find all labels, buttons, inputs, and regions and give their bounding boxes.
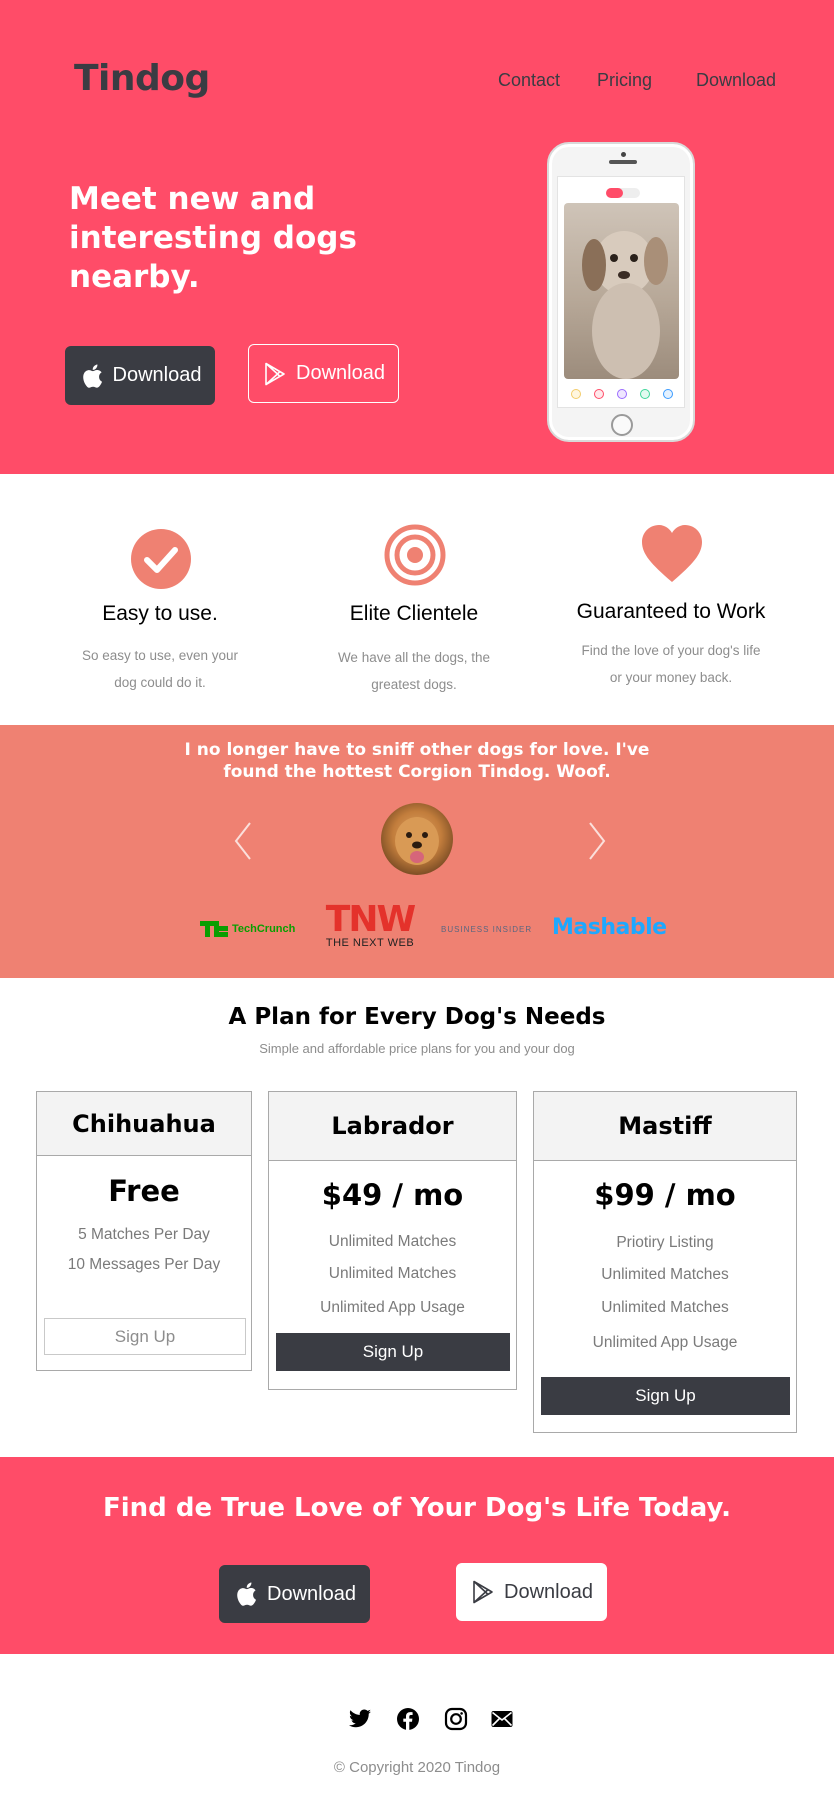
phone-home-button [611,414,633,436]
techcrunch-logo-text: TechCrunch [232,923,296,935]
cta-apple-download-button[interactable]: Download [219,1565,370,1623]
plan-name: Chihuahua [37,1092,251,1156]
heart-icon [641,524,703,586]
feature-text: So easy to use, even your dog could do i… [81,648,239,690]
google-play-icon [470,1579,496,1605]
mastiff-sign-up-button[interactable]: Sign Up [541,1377,790,1415]
labrador-sign-up-button[interactable]: Sign Up [276,1333,510,1371]
testimonial-quote: I no longer have to sniff other dogs for… [184,740,650,782]
copyright-text: © Copyright 2020 Tindog [333,1759,501,1776]
pricing-subtitle: Simple and affordable price plans for yo… [259,1041,575,1056]
cta-google-download-label: Download [504,1580,593,1603]
apple-icon [79,363,105,389]
tnw-logo-mark: TNW [325,899,416,940]
plan-feature: Priotiry Listing [616,1234,714,1251]
plan-name: Mastiff [534,1092,796,1161]
pricing-card-chihuahua: Chihuahua Free 5 Matches Per Day 10 Mess… [36,1091,252,1371]
testimonial-section: I no longer have to sniff other dogs for… [0,725,834,978]
plan-feature: 10 Messages Per Day [67,1256,221,1273]
cta-title: Find de True Love of Your Dog's Life Tod… [103,1493,731,1523]
phone-status-bar [562,179,682,185]
press-logos: TechCrunch TNW THE NEXT WEB BUSINESS INS… [0,902,834,953]
dog-photo [564,203,679,379]
plan-price: $49 / mo [321,1178,464,1212]
instagram-icon[interactable] [444,1707,468,1731]
facebook-icon[interactable] [396,1707,420,1731]
hero-google-download-button[interactable]: Download [248,344,399,403]
nav-link-download[interactable]: Download [696,70,776,91]
plan-feature: Unlimited App Usage [592,1334,738,1351]
plan-feature: 5 Matches Per Day [78,1226,210,1243]
cta-google-download-button[interactable]: Download [456,1563,607,1621]
feature-title: Elite Clientele [349,602,479,625]
feature-text: Find the love of your dog's life or your… [581,643,761,685]
carousel-prev-button[interactable] [232,821,256,861]
twitter-icon[interactable] [348,1707,372,1731]
features-section: Easy to use. So easy to use, even your d… [0,474,834,725]
brand-logo[interactable]: Tindog [74,58,210,99]
hero-section: Tindog Contact Pricing Download Meet new… [0,0,834,474]
plan-feature: Unlimited Matches [328,1233,457,1250]
tnw-logo-text: THE NEXT WEB [325,937,415,949]
tnw-logo: TNW THE NEXT WEB [320,899,420,950]
pricing-card-mastiff: Mastiff $99 / mo Priotiry Listing Unlimi… [533,1091,797,1433]
cta-section: Find de True Love of Your Dog's Life Tod… [0,1457,834,1654]
envelope-icon[interactable] [490,1707,514,1731]
hero-google-download-label: Download [296,362,385,384]
plan-feature: Unlimited Matches [601,1299,729,1316]
plan-feature: Unlimited Matches [328,1265,457,1282]
plan-price: $99 / mo [594,1178,736,1212]
nav-link-contact[interactable]: Contact [498,70,560,91]
feature-text: We have all the dogs, the greatest dogs. [337,650,491,692]
phone-toggle [606,188,640,198]
mashable-logo: Mashable [552,915,667,940]
plan-feature: Unlimited App Usage [320,1299,465,1316]
phone-screen [557,176,685,408]
techcrunch-logo: TechCrunch [200,921,295,937]
carousel-next-button[interactable] [584,821,608,861]
plan-name: Labrador [269,1092,516,1161]
plan-price: Free [108,1174,180,1208]
check-circle-icon [130,528,192,590]
pricing-title: A Plan for Every Dog's Needs [228,1004,606,1030]
apple-icon [233,1581,259,1607]
plan-feature: Unlimited Matches [601,1266,729,1283]
business-insider-logo: BUSINESS INSIDER [441,925,533,934]
footer: © Copyright 2020 Tindog [0,1654,834,1799]
chihuahua-sign-up-button[interactable]: Sign Up [44,1318,246,1355]
bullseye-icon [384,524,446,586]
phone-speaker [609,160,637,164]
phone-camera [621,152,626,157]
pricing-card-labrador: Labrador $49 / mo Unlimited Matches Unli… [268,1091,517,1390]
pricing-section: A Plan for Every Dog's Needs Simple and … [0,978,834,1457]
nav-link-pricing[interactable]: Pricing [597,70,652,91]
feature-title: Easy to use. [102,602,218,625]
hero-title: Meet new and interesting dogs nearby. [69,181,357,295]
cta-apple-download-label: Download [267,1582,356,1605]
phone-action-bar [564,387,679,401]
google-play-icon [262,361,288,387]
feature-title: Guaranteed to Work [576,600,766,623]
hero-apple-download-button[interactable]: Download [65,346,215,405]
testimonial-avatar [381,803,453,875]
hero-apple-download-label: Download [112,364,202,386]
phone-mockup [547,142,695,442]
